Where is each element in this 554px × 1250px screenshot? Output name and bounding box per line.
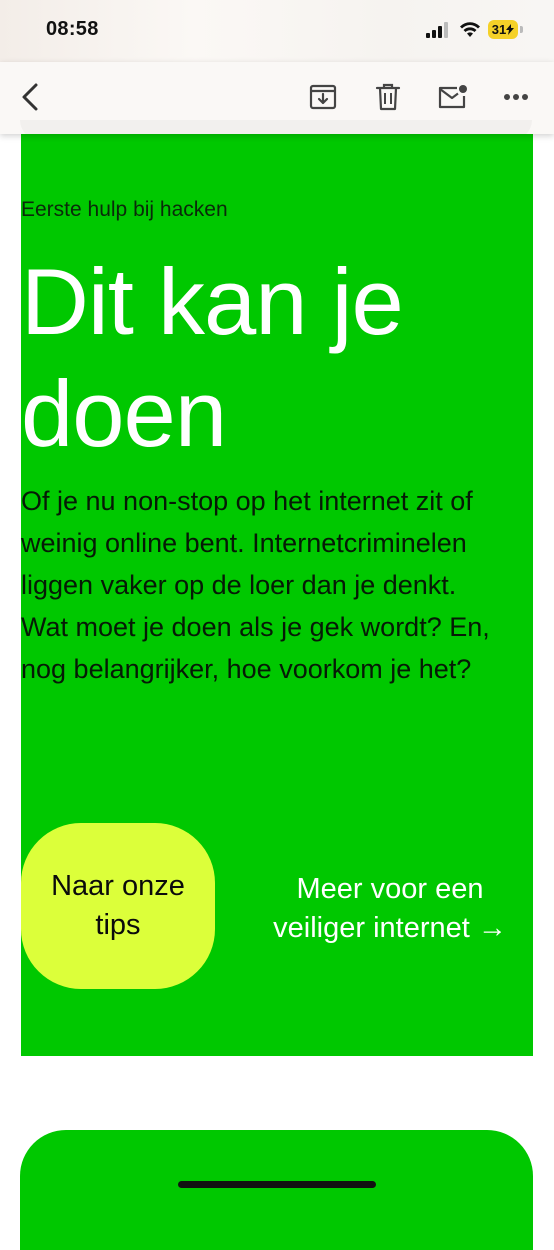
eyebrow-text: Eerste hulp bij hacken [21, 198, 228, 221]
status-time: 08:58 [46, 18, 99, 40]
cellular-signal-icon [426, 22, 448, 38]
intro-paragraph: Of je nu non-stop op het internet zit of… [21, 486, 490, 684]
mail-unread-icon [438, 85, 467, 109]
status-bar: 08:58 31 [0, 0, 554, 62]
battery-indicator: 31 [488, 20, 518, 39]
mail-toolbar [0, 62, 554, 134]
home-indicator[interactable] [178, 1181, 376, 1188]
tips-button[interactable]: Naar onze tips [21, 823, 215, 989]
headline: Dit kan je doen [21, 249, 404, 466]
delete-button[interactable] [370, 79, 406, 115]
back-button[interactable] [12, 79, 48, 115]
archive-icon [309, 84, 337, 110]
email-hero-block: Eerste hulp bij hacken Dit kan je doen O… [21, 134, 533, 1056]
chevron-left-icon [22, 83, 38, 111]
more-button[interactable] [498, 79, 534, 115]
charging-bolt-icon [506, 24, 515, 35]
archive-button[interactable] [305, 79, 341, 115]
mark-unread-button[interactable] [434, 79, 470, 115]
battery-cap [520, 26, 523, 33]
next-content-block [20, 1130, 533, 1250]
wifi-icon [460, 22, 480, 37]
trash-icon [375, 83, 401, 111]
battery-level: 31 [491, 22, 507, 37]
ellipsis-icon [504, 94, 528, 100]
safer-internet-link[interactable]: Meer voor een veiliger internet → [265, 870, 515, 948]
